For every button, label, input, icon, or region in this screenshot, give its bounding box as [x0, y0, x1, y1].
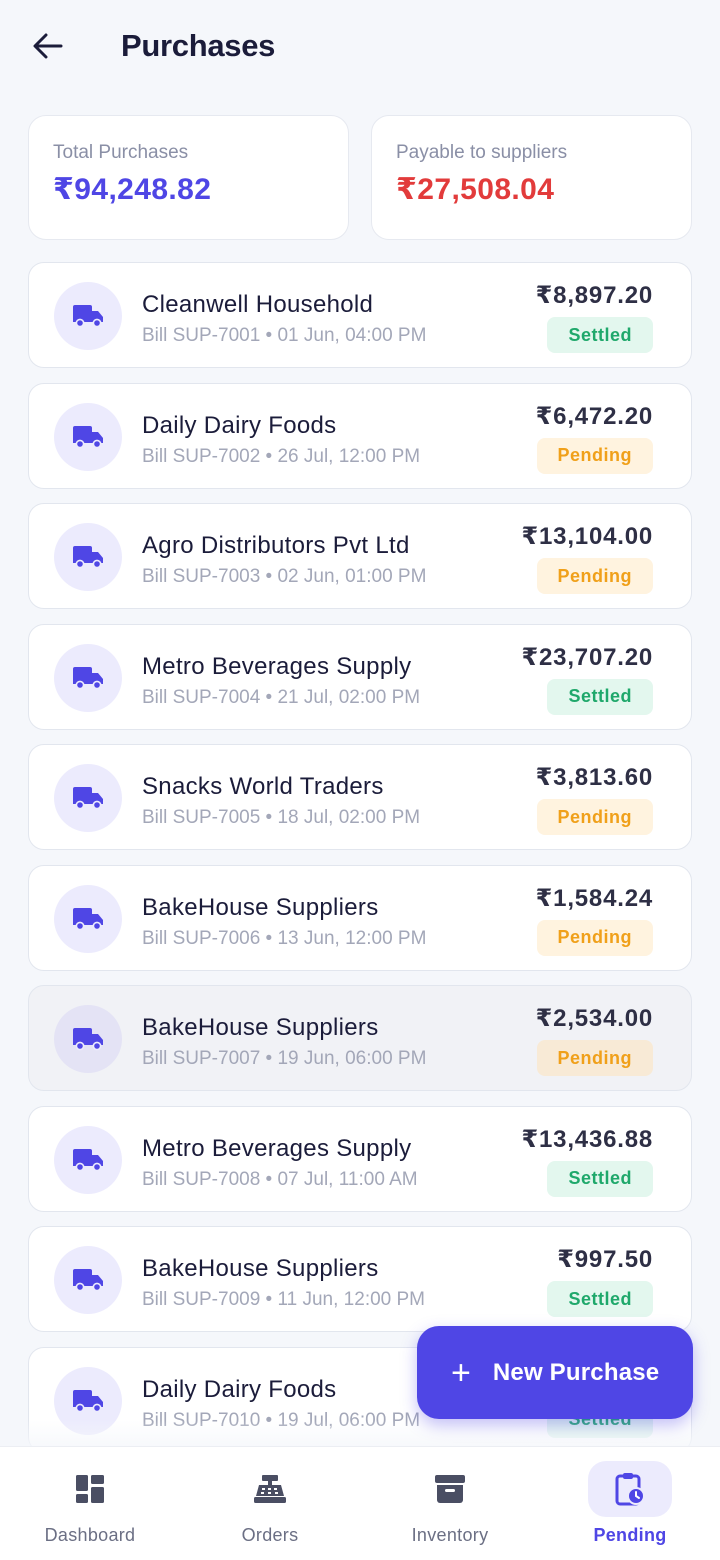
nav-inventory[interactable]: Inventory	[360, 1447, 540, 1560]
purchase-row[interactable]: BakeHouse Suppliers Bill SUP-7007 • 19 Ju…	[28, 985, 692, 1091]
supplier-name: Daily Dairy Foods	[142, 411, 337, 439]
bill-info: Bill SUP-7001 • 01 Jun, 04:00 PM	[142, 325, 427, 346]
bill-info: Bill SUP-7002 • 26 Jul, 12:00 PM	[142, 445, 421, 467]
supplier-name: BakeHouse Suppliers	[142, 1014, 379, 1041]
page-title: Purchases	[121, 28, 276, 63]
purchase-amount: ₹8,897.20	[535, 282, 653, 309]
truck-icon	[54, 402, 122, 471]
dashboard-icon	[48, 1461, 132, 1517]
purchase-amount: ₹2,534.00	[535, 1005, 653, 1032]
truck-icon	[54, 523, 122, 591]
status-badge: Pending	[536, 437, 653, 474]
cash-register-icon	[228, 1461, 312, 1517]
bill-info: Bill SUP-7006 • 13 Jun, 12:00 PM	[142, 927, 427, 949]
purchase-amount: ₹6,472.20	[535, 402, 653, 430]
status-badge: Pending	[536, 1040, 653, 1076]
supplier-name: Agro Distributors Pvt Ltd	[142, 532, 410, 559]
purchase-row[interactable]: Daily Dairy Foods Bill SUP-7002 • 26 Jul,…	[28, 382, 692, 489]
supplier-name: BakeHouse Suppliers	[142, 1255, 379, 1282]
supplier-name: Metro Beverages Supply	[142, 652, 412, 680]
status-badge: Settled	[547, 1281, 653, 1317]
purchase-row[interactable]: Agro Distributors Pvt Ltd Bill SUP-7003 •…	[28, 503, 692, 609]
supplier-name: BakeHouse Suppliers	[142, 893, 379, 921]
purchase-amount: ₹23,707.20	[521, 643, 653, 671]
status-badge: Pending	[536, 919, 653, 956]
new-purchase-button[interactable]: + New Purchase	[417, 1326, 693, 1419]
clipboard-clock-icon	[588, 1461, 672, 1517]
bill-info: Bill SUP-7008 • 07 Jul, 11:00 AM	[142, 1168, 418, 1190]
payable-value: ₹27,508.04	[396, 173, 555, 206]
supplier-name: Cleanwell Household	[142, 291, 374, 318]
truck-icon	[54, 1246, 122, 1314]
nav-orders[interactable]: Orders	[180, 1447, 360, 1560]
back-button[interactable]	[28, 26, 68, 66]
bill-info: Bill SUP-7003 • 02 Jun, 01:00 PM	[142, 566, 427, 587]
supplier-name: Daily Dairy Foods	[142, 1375, 337, 1403]
purchase-amount: ₹13,436.88	[521, 1125, 653, 1153]
app-header: Purchases	[0, 0, 720, 96]
bill-info: Bill SUP-7005 • 18 Jul, 02:00 PM	[142, 807, 421, 828]
purchase-row[interactable]: Snacks World Traders Bill SUP-7005 • 18 J…	[28, 744, 692, 850]
truck-icon	[54, 1125, 122, 1194]
purchase-row[interactable]: BakeHouse Suppliers Bill SUP-7006 • 13 Ju…	[28, 864, 692, 971]
supplier-name: Metro Beverages Supply	[142, 1134, 412, 1162]
status-badge: Settled	[547, 678, 653, 715]
payable-label: Payable to suppliers	[396, 142, 568, 163]
truck-icon	[54, 884, 122, 953]
summary-cards: Total Purchases ₹94,248.82 Payable to su…	[28, 115, 692, 240]
purchase-amount: ₹3,813.60	[535, 764, 653, 791]
truck-icon	[54, 282, 122, 350]
bill-info: Bill SUP-7004 • 21 Jul, 02:00 PM	[142, 686, 421, 708]
total-purchases-value: ₹94,248.82	[53, 173, 212, 206]
nav-pending[interactable]: Pending	[540, 1447, 720, 1560]
bill-info: Bill SUP-7009 • 11 Jun, 12:00 PM	[142, 1289, 426, 1310]
truck-icon	[54, 643, 122, 712]
total-purchases-card: Total Purchases ₹94,248.82	[28, 115, 349, 240]
purchase-row[interactable]: Metro Beverages Supply Bill SUP-7008 • 07…	[28, 1105, 692, 1212]
plus-icon: +	[451, 1353, 471, 1392]
nav-orders-label: Orders	[241, 1525, 299, 1545]
truck-icon	[54, 764, 122, 832]
purchase-row[interactable]: BakeHouse Suppliers Bill SUP-7009 • 11 Ju…	[28, 1226, 692, 1332]
supplier-name: Snacks World Traders	[142, 773, 384, 800]
bottom-nav: Dashboard Orders Inventory Pending	[0, 1446, 720, 1560]
total-purchases-label: Total Purchases	[53, 142, 189, 163]
bill-info: Bill SUP-7007 • 19 Jun, 06:00 PM	[142, 1048, 427, 1069]
nav-pending-label: Pending	[593, 1525, 667, 1545]
purchase-amount: ₹997.50	[557, 1246, 653, 1273]
archive-box-icon	[408, 1461, 492, 1517]
nav-inventory-label: Inventory	[411, 1525, 489, 1545]
purchase-row[interactable]: Cleanwell Household Bill SUP-7001 • 01 Ju…	[28, 262, 692, 368]
purchase-list: Cleanwell Household Bill SUP-7001 • 01 Ju…	[28, 262, 692, 1467]
arrow-left-icon	[33, 33, 63, 59]
status-badge: Pending	[536, 799, 653, 835]
purchase-row[interactable]: Metro Beverages Supply Bill SUP-7004 • 21…	[28, 623, 692, 730]
purchase-amount: ₹1,584.24	[535, 884, 653, 912]
nav-dashboard[interactable]: Dashboard	[0, 1447, 180, 1560]
nav-dashboard-label: Dashboard	[44, 1525, 136, 1545]
new-purchase-label: New Purchase	[492, 1358, 660, 1386]
truck-icon	[54, 1005, 122, 1073]
payable-card: Payable to suppliers ₹27,508.04	[371, 115, 692, 240]
status-badge: Pending	[536, 558, 653, 594]
status-badge: Settled	[547, 317, 653, 353]
purchase-amount: ₹13,104.00	[521, 523, 653, 550]
status-badge: Settled	[547, 1160, 653, 1197]
